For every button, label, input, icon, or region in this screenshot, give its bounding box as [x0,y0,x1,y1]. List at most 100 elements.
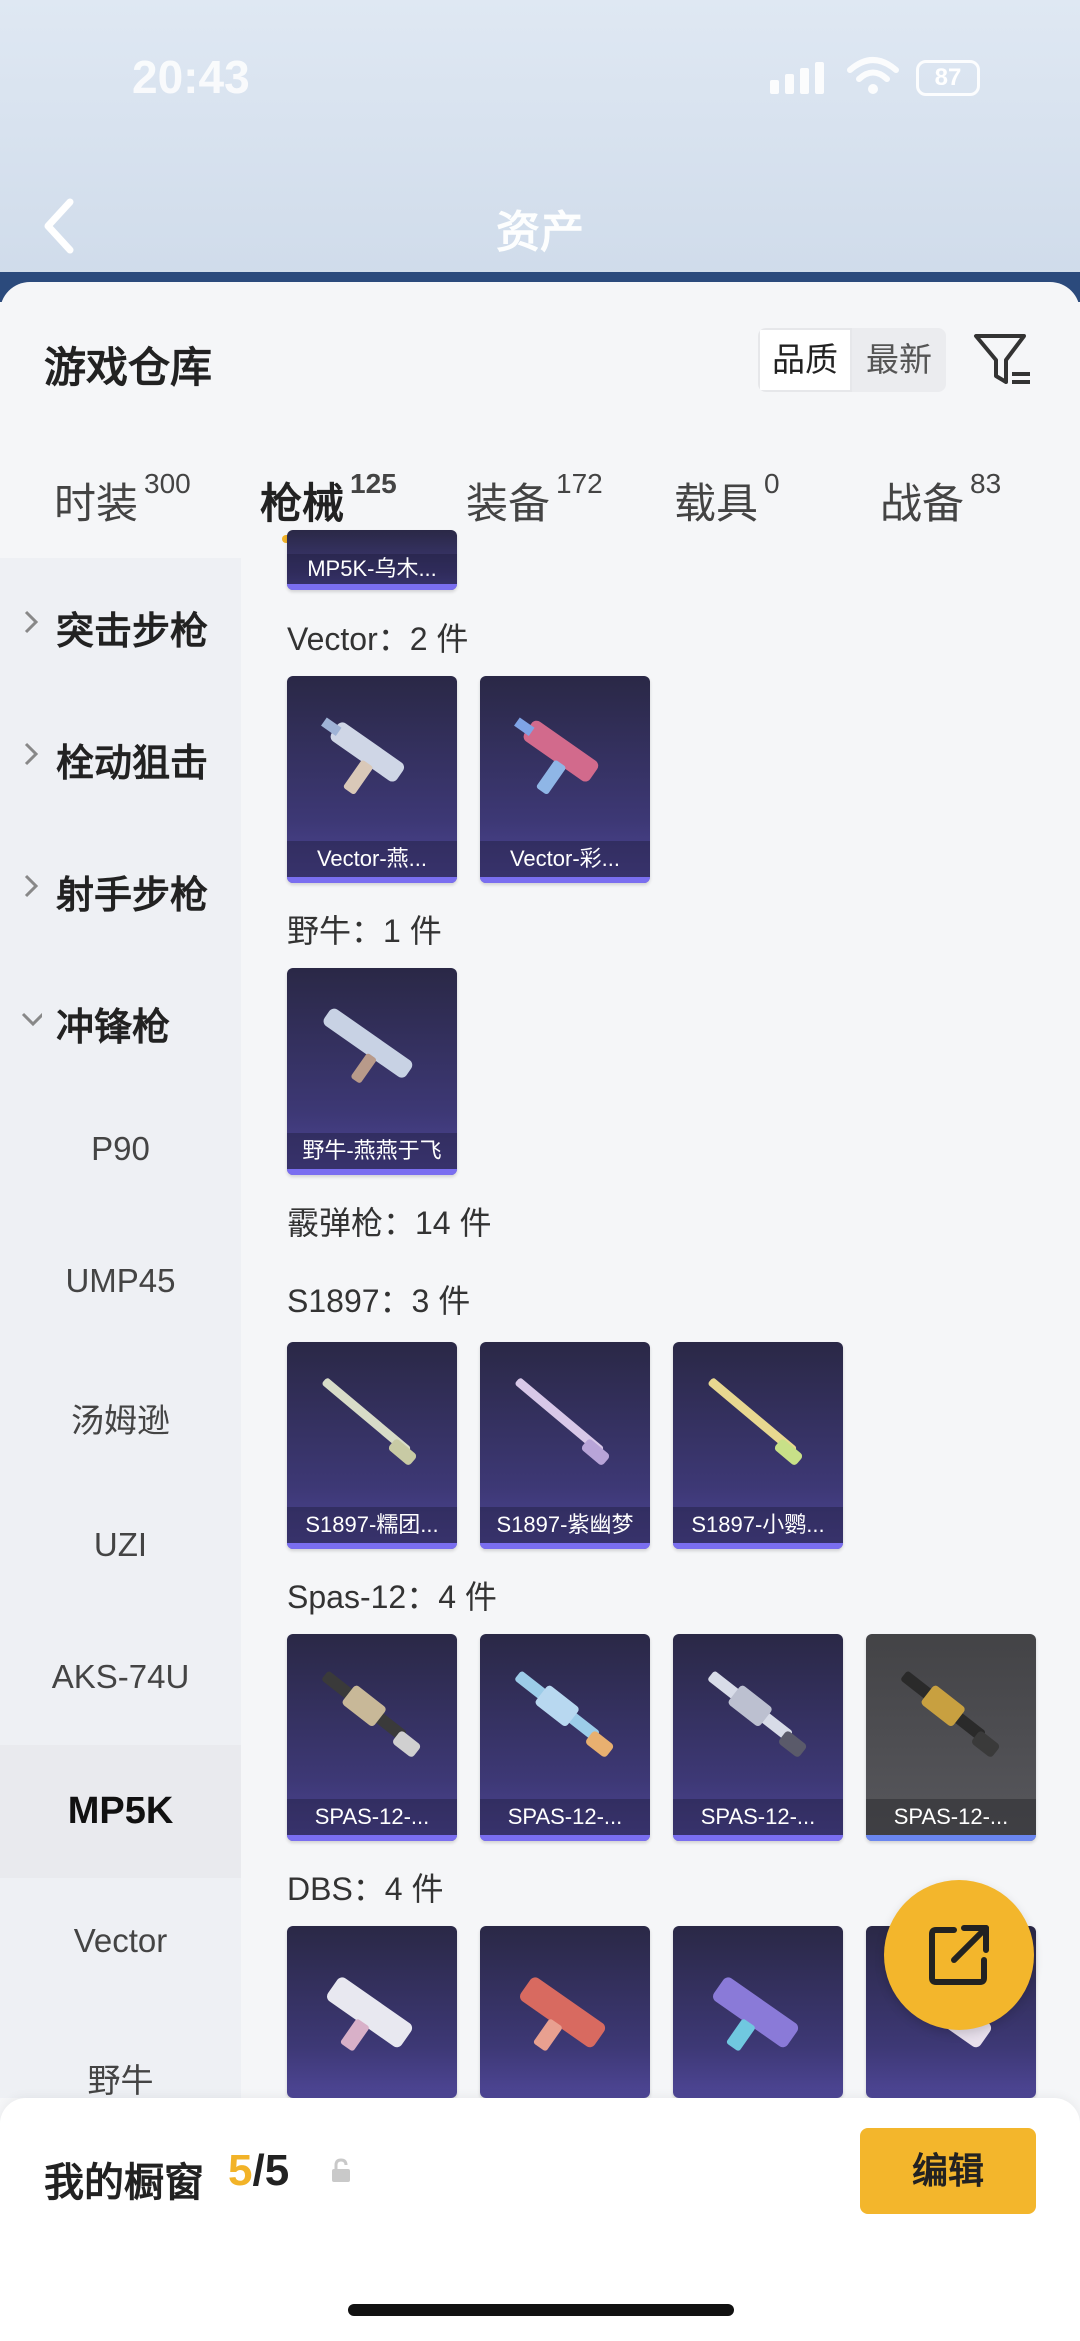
item-card[interactable]: SPAS-12-... [673,1634,843,1841]
filter-icon[interactable] [972,330,1034,392]
sort-toggle[interactable]: 品质 最新 [758,328,946,392]
sidebar-item-uzi[interactable]: UZI [0,1526,241,1564]
gun-image [327,1977,413,2051]
gun-image [520,1977,606,2051]
sidebar-category-label: 突击步枪 [56,611,209,653]
sidebar-item-p90[interactable]: P90 [0,1130,241,1168]
tab-label: 枪械 [260,480,345,527]
item-caption: S1897-小鹦... [673,1507,843,1543]
gun-image [515,1671,614,1757]
item-card[interactable] [673,1926,843,2098]
gun-image [322,1378,417,1465]
gun-image [515,1378,610,1465]
sidebar-item-aks74u[interactable]: AKS-74U [0,1658,241,1696]
item-card[interactable]: SPAS-12-... [866,1634,1036,1841]
item-caption: MP5K-乌木... [287,554,457,584]
sidebar-item-vector[interactable]: Vector [0,1922,241,1960]
sidebar-category-label: 栓动狙击 [56,743,209,785]
nav-tab-assets[interactable]: 资产 [496,196,584,260]
tab-count: 300 [144,468,191,499]
rarity-bar [480,1543,650,1549]
group-title-vector: Vector：2 件 [287,621,469,657]
share-external-icon [929,1925,989,1985]
edit-button[interactable]: 编辑 [860,2128,1036,2214]
sidebar-category-label: 射手步枪 [56,875,209,917]
sidebar-category-bolt-sniper[interactable]: 栓动狙击 [0,732,241,785]
sidebar-category-smg[interactable]: 冲锋枪 [0,996,241,1049]
tab-count: 172 [556,468,603,499]
gun-image [708,1671,807,1757]
sort-newest-button[interactable]: 最新 [852,328,946,392]
sidebar-item-ump45[interactable]: UMP45 [0,1262,241,1300]
sidebar-item-bizon[interactable]: 野牛 [0,2054,241,2102]
tab-guns[interactable]: 枪械 125 [260,468,397,531]
group-title-bizon: 野牛：1 件 [287,913,442,949]
item-caption: SPAS-12-... [866,1799,1036,1835]
item-card[interactable] [480,1926,650,2098]
item-card-partial[interactable]: MP5K-乌木... [287,530,457,590]
item-card[interactable]: Vector-燕... [287,676,457,883]
item-caption: 野牛-燕燕于飞 [287,1133,457,1169]
item-card[interactable]: SPAS-12-... [287,1634,457,1841]
showcase-label: 我的橱窗 [44,2161,204,2205]
tab-supplies[interactable]: 战备 83 [880,468,1001,531]
page-title: 游戏仓库 [44,344,213,391]
gun-image [321,717,405,795]
rarity-bar [287,584,457,590]
gun-image [323,1008,413,1083]
item-card[interactable] [287,1926,457,2098]
gun-image [901,1671,1000,1757]
rarity-bar [673,1835,843,1841]
rarity-bar [673,1543,843,1549]
gun-image [322,1671,421,1757]
rarity-bar [287,1543,457,1549]
chevron-right-icon [24,874,39,898]
sidebar-category-marksman-rifle[interactable]: 射手步枪 [0,864,241,917]
tab-fashion[interactable]: 时装 300 [54,468,191,531]
status-time: 20:43 [132,51,250,103]
rarity-bar [287,1169,457,1175]
showcase-count: 5/5 [228,2146,289,2196]
chevron-right-icon [24,742,39,766]
sidebar-item-mp5k[interactable]: MP5K [0,1790,241,1833]
gun-image [514,717,599,795]
group-title-dbs: DBS：4 件 [287,1871,444,1907]
chevron-down-icon [21,1012,42,1027]
item-card[interactable]: S1897-紫幽梦 [480,1342,650,1549]
item-caption: Vector-彩... [480,841,650,877]
tab-label: 载具 [674,480,759,527]
sidebar-item-thompson[interactable]: 汤姆逊 [0,1394,241,1442]
tab-equipment[interactable]: 装备 172 [466,468,603,531]
item-card[interactable]: 野牛-燕燕于飞 [287,968,457,1175]
group-title-shotgun: 霰弹枪：14 件 [287,1205,492,1241]
item-caption: SPAS-12-... [480,1799,650,1835]
rarity-bar [480,1835,650,1841]
status-bar: 20:43 87 [0,0,1080,150]
tab-label: 装备 [466,480,551,527]
item-card[interactable]: S1897-糯团... [287,1342,457,1549]
rarity-bar [287,1835,457,1841]
group-title-spas12: Spas-12：4 件 [287,1579,497,1615]
sort-quality-button[interactable]: 品质 [758,328,852,392]
tab-label: 时装 [54,480,139,527]
item-caption: SPAS-12-... [673,1799,843,1835]
home-indicator [348,2304,734,2316]
showcase-total: /5 [252,2146,290,2195]
back-chevron-icon[interactable] [40,196,80,256]
sidebar-category-assault-rifle[interactable]: 突击步枪 [0,600,241,653]
share-fab-button[interactable] [884,1880,1034,2030]
tab-vehicles[interactable]: 载具 0 [674,468,780,531]
wifi-icon [847,57,899,94]
rarity-bar [866,1835,1036,1841]
item-caption: SPAS-12-... [287,1799,457,1835]
chevron-right-icon [24,610,39,634]
item-card[interactable]: Vector-彩... [480,676,650,883]
item-caption: S1897-紫幽梦 [480,1507,650,1543]
item-card[interactable]: S1897-小鹦... [673,1342,843,1549]
item-card[interactable]: SPAS-12-... [480,1634,650,1841]
rarity-bar [287,877,457,883]
rarity-bar [480,877,650,883]
showcase-current: 5 [228,2146,253,2195]
lock-icon [332,2158,350,2182]
tab-label: 战备 [880,480,965,527]
